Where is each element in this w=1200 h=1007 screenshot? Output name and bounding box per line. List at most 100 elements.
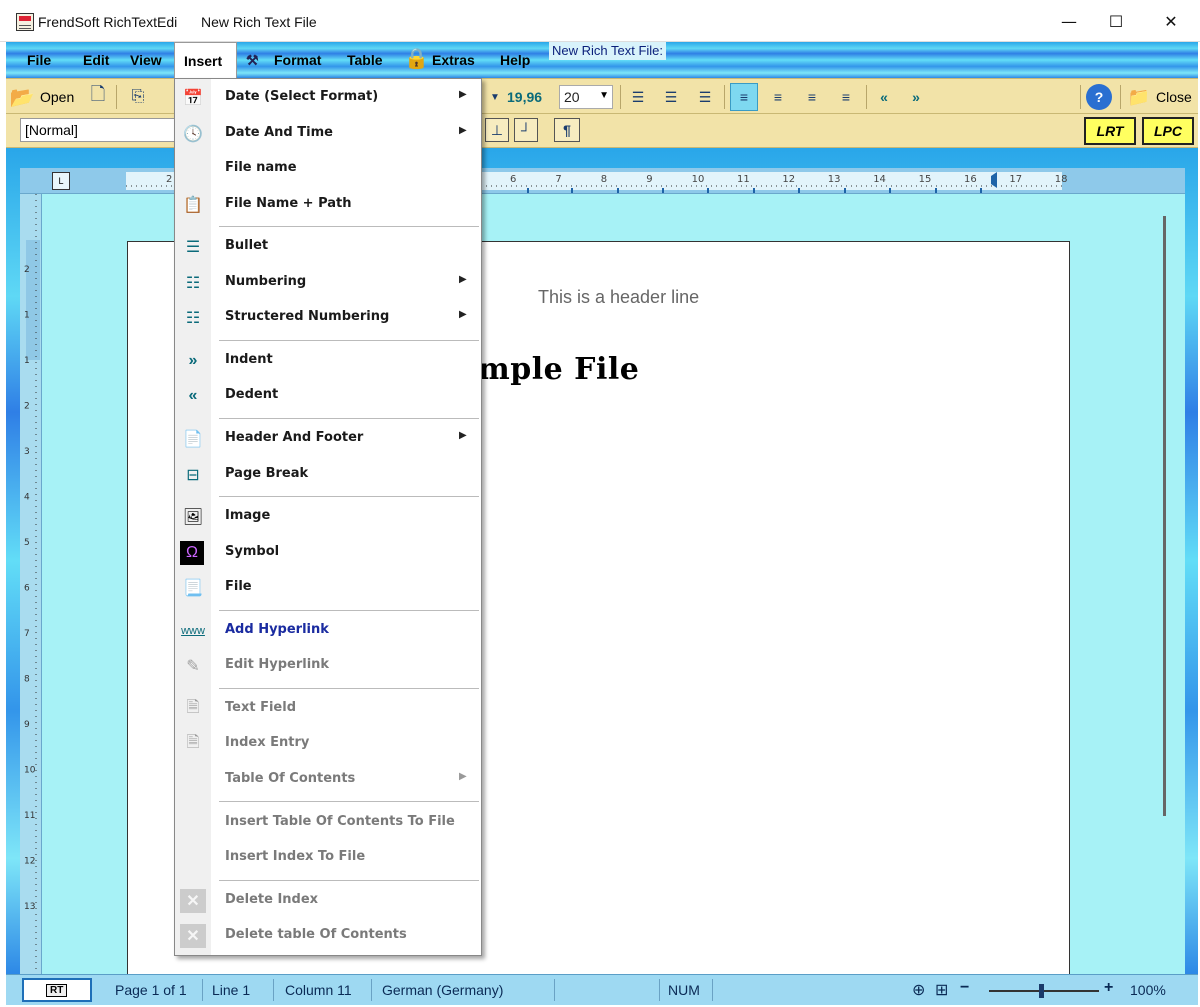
menu-item-label: Indent (225, 352, 273, 367)
open-folder-icon[interactable]: 📂 (10, 85, 35, 109)
dedent-icon[interactable]: « (872, 85, 896, 109)
status-bar: RT Page 1 of 1 Line 1 Column 11 German (… (6, 974, 1198, 1005)
font-dropdown-arrow-icon[interactable]: ▼ (488, 85, 502, 109)
tab-type-selector[interactable]: L (52, 172, 70, 190)
status-language: German (Germany) (382, 982, 504, 998)
tab-center-icon[interactable]: ⊥ (485, 118, 509, 142)
menu-file[interactable]: File (27, 52, 51, 68)
menu-item-insert-toc-to-file[interactable]: Insert Table Of Contents To File (175, 805, 481, 840)
menu-item-bullet[interactable]: ☰ Bullet (175, 229, 481, 264)
vertical-ruler-label: 2 (24, 265, 30, 275)
delete-icon: ✕ (180, 889, 206, 913)
lrt-button[interactable]: LRT (1084, 117, 1136, 145)
menu-item-date-select-format[interactable]: 📅 Date (Select Format) ▶ (175, 80, 481, 115)
font-size-value: 19,96 (507, 89, 543, 105)
menu-item-index-entry[interactable]: 🗎 Index Entry (175, 726, 481, 761)
paste-icon: 📋 (183, 197, 203, 214)
paragraph-mark-icon[interactable]: ¶ (554, 118, 580, 142)
submenu-arrow-icon: ▶ (459, 771, 467, 782)
menu-item-file-name[interactable]: File name (175, 151, 481, 186)
submenu-arrow-icon: ▶ (459, 89, 467, 100)
font-size-select[interactable]: 20 ▼ (559, 85, 613, 109)
vertical-ruler-scale: 2112345678910111213 (24, 194, 40, 974)
menu-format[interactable]: Format (274, 52, 321, 68)
document-title-text[interactable]: mple File (478, 352, 639, 387)
zoom-out-button[interactable]: − (960, 979, 969, 997)
justify-icon[interactable]: ≡ (834, 85, 858, 109)
menu-item-header-and-footer[interactable]: 📄 Header And Footer ▶ (175, 421, 481, 456)
menu-item-label: Delete table Of Contents (225, 927, 407, 942)
new-document-icon[interactable]: 🗋 (88, 84, 108, 109)
menu-item-edit-hyperlink[interactable]: ✎ Edit Hyperlink (175, 648, 481, 683)
menu-item-dedent[interactable]: « Dedent (175, 378, 481, 413)
menu-item-file[interactable]: 📃 File (175, 570, 481, 605)
menu-view[interactable]: View (130, 52, 162, 68)
fit-width-icon[interactable]: ⊞ (935, 980, 948, 1000)
menu-item-delete-index[interactable]: ✕ Delete Index (175, 883, 481, 918)
submenu-arrow-icon: ▶ (459, 274, 467, 285)
zoom-in-button[interactable]: + (1104, 979, 1113, 997)
menu-item-label: Header And Footer (225, 430, 364, 445)
numbered-list-icon: ☷ (185, 275, 201, 292)
symbol-icon: Ω (180, 541, 204, 565)
menu-item-add-hyperlink[interactable]: www Add Hyperlink (175, 613, 481, 648)
menu-table[interactable]: Table (347, 52, 383, 68)
menu-help[interactable]: Help (500, 52, 530, 68)
help-icon[interactable]: ? (1086, 84, 1112, 110)
menu-item-label: File Name + Path (225, 196, 352, 211)
scrollbar-thumb[interactable] (1163, 216, 1166, 816)
menu-item-indent[interactable]: » Indent (175, 343, 481, 378)
vertical-ruler-label: 1 (24, 356, 30, 366)
vertical-ruler-label: 10 (24, 766, 36, 776)
menu-item-symbol[interactable]: Ω Symbol (175, 535, 481, 570)
app-icon[interactable] (16, 13, 34, 31)
menu-item-file-name-path[interactable]: 📋 File Name + Path (175, 187, 481, 222)
structured-list-icon[interactable]: ☰ (692, 85, 718, 109)
menu-item-label: Page Break (225, 466, 309, 481)
menu-item-text-field[interactable]: 🗎 Text Field (175, 691, 481, 726)
paragraph-style-select[interactable]: [Normal] (20, 118, 180, 142)
fit-page-icon[interactable]: ⊕ (912, 980, 925, 1000)
document-tab[interactable]: New Rich Text File: (549, 42, 667, 60)
close-button[interactable]: Close (1156, 89, 1192, 105)
menu-item-label: Insert Table Of Contents To File (225, 814, 455, 829)
menu-item-image[interactable]: 🖼 Image (175, 499, 481, 534)
align-right-icon[interactable]: ≡ (800, 85, 824, 109)
close-folder-icon[interactable]: 📁 (1126, 85, 1152, 109)
submenu-arrow-icon: ▶ (459, 430, 467, 441)
maximize-button[interactable]: ☐ (1093, 6, 1139, 38)
align-center-icon[interactable]: ≡ (766, 85, 790, 109)
vertical-scrollbar[interactable] (1155, 196, 1177, 974)
menu-insert[interactable]: Insert (174, 42, 237, 79)
menu-edit[interactable]: Edit (83, 52, 109, 68)
zoom-slider-thumb[interactable] (1039, 984, 1044, 998)
menu-item-insert-index-to-file[interactable]: Insert Index To File (175, 840, 481, 875)
ruler-label: 11 (737, 174, 750, 185)
ruler-label: 14 (873, 174, 886, 185)
menu-item-label: Index Entry (225, 735, 310, 750)
vertical-ruler[interactable]: 2 1 1 2 3 4 5 6 7 8 9 10 11 12 13 (20, 194, 42, 974)
menu-extras[interactable]: Extras (432, 52, 475, 68)
menu-item-page-break[interactable]: ⊟ Page Break (175, 457, 481, 492)
open-button[interactable]: Open (40, 89, 74, 105)
numbered-list-icon[interactable]: ☰ (659, 85, 683, 109)
menu-item-table-of-contents[interactable]: Table Of Contents ▶ (175, 762, 481, 797)
lpc-button[interactable]: LPC (1142, 117, 1194, 145)
header-line-text[interactable]: This is a header line (538, 287, 699, 308)
indent-icon[interactable]: » (904, 85, 928, 109)
minimize-button[interactable]: — (1046, 6, 1092, 38)
align-left-icon[interactable]: ≡ (730, 83, 758, 111)
close-window-button[interactable]: ✕ (1148, 6, 1194, 38)
vertical-ruler-label: 2 (24, 402, 30, 412)
zoom-slider-track[interactable] (989, 990, 1099, 992)
vertical-ruler-label: 5 (24, 538, 30, 548)
hyperlink-icon: www (181, 625, 205, 637)
bullet-list-icon[interactable]: ☰ (626, 85, 650, 109)
menu-item-numbering[interactable]: ☷ Numbering ▶ (175, 265, 481, 300)
menu-item-date-and-time[interactable]: 🕓 Date And Time ▶ (175, 116, 481, 151)
menu-item-delete-toc[interactable]: ✕ Delete table Of Contents (175, 918, 481, 953)
tab-right-icon[interactable]: ┘ (514, 118, 538, 142)
text-field-icon: 🗎 (186, 698, 200, 716)
copy-icon[interactable]: ⎘ (124, 85, 152, 109)
menu-item-structured-numbering[interactable]: ☷ Structered Numbering ▶ (175, 300, 481, 335)
